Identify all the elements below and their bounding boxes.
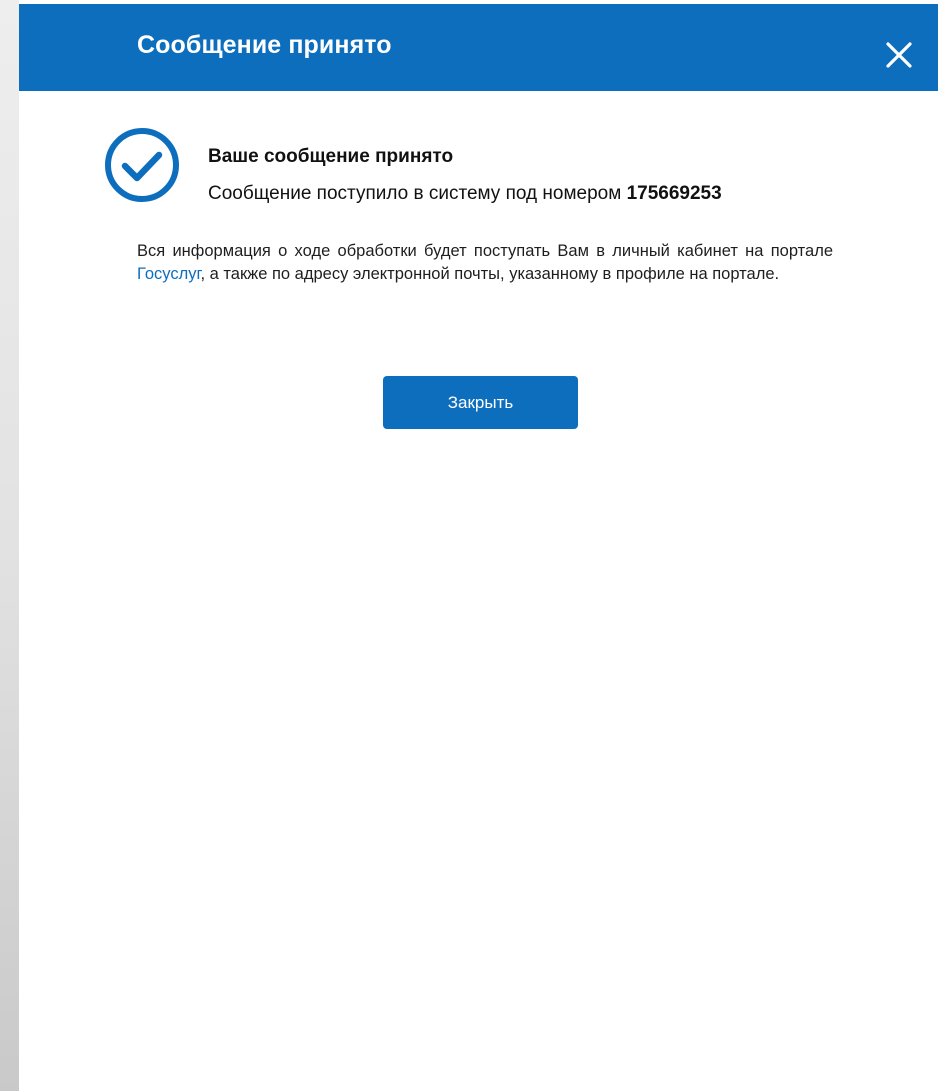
- dialog-title: Сообщение принято: [137, 31, 392, 59]
- info-text-start: Вся информация о ходе обработки будет по…: [137, 242, 833, 260]
- check-circle-icon: [104, 127, 180, 203]
- gosuslugi-link[interactable]: Госуслуг: [137, 265, 200, 283]
- info-text-end: , а также по адресу электронной почты, у…: [200, 264, 780, 283]
- background-shade: [0, 0, 19, 1091]
- close-button[interactable]: Закрыть: [383, 376, 578, 429]
- status-heading: Ваше сообщение принято: [208, 146, 454, 167]
- message-accepted-dialog: Сообщение принято Ваше сообщение принято…: [19, 4, 938, 1091]
- close-icon[interactable]: [882, 38, 916, 72]
- message-number: 175669253: [626, 183, 722, 204]
- dialog-header: Сообщение принято: [19, 4, 938, 91]
- status-message: Сообщение поступило в систему под номеро…: [208, 180, 722, 208]
- status-message-text: Сообщение поступило в систему под номеро…: [208, 183, 622, 204]
- info-paragraph: Вся информация о ходе обработки будет по…: [137, 240, 833, 285]
